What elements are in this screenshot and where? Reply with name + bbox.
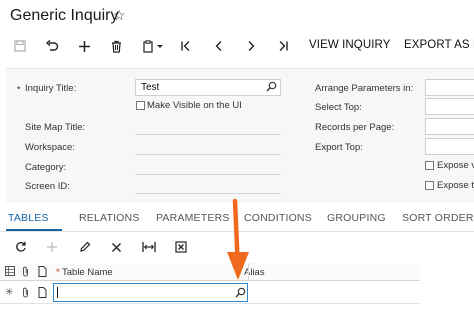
export-as-button[interactable]: EXPORT AS R <box>404 39 474 51</box>
attachment-column-icon <box>21 266 30 280</box>
tab-parameters[interactable]: PARAMETERS <box>156 212 230 224</box>
tab-tables[interactable]: TABLES <box>8 212 49 224</box>
export-top-field[interactable] <box>425 138 474 155</box>
inquiry-title-field[interactable]: Test <box>135 79 281 96</box>
save-icon[interactable] <box>12 37 28 55</box>
row-attachment-icon[interactable] <box>21 287 30 301</box>
records-per-page-field[interactable] <box>425 118 474 135</box>
text-caret <box>57 287 58 298</box>
refresh-icon[interactable] <box>13 239 29 255</box>
category-label: Category: <box>25 162 67 173</box>
tab-sort-order[interactable]: SORT ORDER <box>402 212 474 224</box>
fit-columns-icon[interactable] <box>141 239 157 255</box>
active-tab-indicator <box>6 229 62 231</box>
add-icon[interactable] <box>76 37 92 55</box>
expose-1-checkbox[interactable] <box>425 161 434 170</box>
previous-record-icon[interactable] <box>211 37 227 55</box>
add-row-icon[interactable] <box>44 239 60 255</box>
export-excel-icon[interactable] <box>173 239 189 255</box>
arrange-parameters-label: Arrange Parameters in: <box>315 83 414 94</box>
expose-2-checkbox[interactable] <box>425 181 434 190</box>
copy-paste-icon[interactable] <box>141 37 165 55</box>
site-map-title-field[interactable] <box>135 134 281 135</box>
screen-id-label: Screen ID: <box>25 181 70 192</box>
arrange-parameters-field[interactable] <box>425 79 474 96</box>
inquiry-title-label: Inquiry Title: <box>25 83 77 94</box>
export-top-label: Export Top: <box>315 142 363 153</box>
workspace-label: Workspace: <box>25 142 75 153</box>
table-name-search-icon[interactable] <box>235 287 246 301</box>
make-visible-label: Make Visible on the UI <box>147 100 242 111</box>
expose-1-label: Expose v <box>437 160 474 171</box>
page-title: Generic Inquiry <box>10 7 119 24</box>
first-record-icon[interactable] <box>178 37 194 55</box>
next-record-icon[interactable] <box>243 37 259 55</box>
view-inquiry-button[interactable]: VIEW INQUIRY <box>309 39 391 51</box>
select-top-field[interactable] <box>425 98 474 115</box>
delete-icon[interactable] <box>108 37 124 55</box>
last-record-icon[interactable] <box>275 37 291 55</box>
required-marker: * <box>56 267 60 278</box>
note-column-icon <box>38 266 47 280</box>
workspace-field[interactable] <box>135 154 281 155</box>
inquiry-title-value: Test <box>141 82 160 93</box>
edit-icon[interactable] <box>77 239 93 255</box>
row-note-icon[interactable] <box>38 287 47 301</box>
star-outline-icon[interactable]: ☆ <box>113 7 126 24</box>
grid-settings-icon[interactable] <box>5 266 15 279</box>
category-field[interactable] <box>135 174 281 175</box>
new-row-asterisk-icon: ✳ <box>5 287 14 298</box>
records-per-page-label: Records per Page: <box>315 122 395 133</box>
table-name-input[interactable] <box>53 283 248 302</box>
select-top-label: Select Top: <box>315 102 362 113</box>
table-name-column-header[interactable]: Table Name <box>62 267 113 278</box>
undo-icon[interactable] <box>44 37 60 55</box>
search-icon[interactable] <box>266 81 277 95</box>
site-map-title-label: Site Map Title: <box>25 122 86 133</box>
make-visible-checkbox[interactable] <box>136 101 145 110</box>
annotation-arrow-icon <box>227 198 249 280</box>
delete-row-icon[interactable] <box>108 239 124 255</box>
tab-grouping[interactable]: GROUPING <box>327 212 386 224</box>
required-dot: • <box>17 83 21 94</box>
expose-2-label: Expose t <box>437 180 474 191</box>
tab-relations[interactable]: RELATIONS <box>79 212 140 224</box>
screen-id-field[interactable] <box>135 193 281 194</box>
